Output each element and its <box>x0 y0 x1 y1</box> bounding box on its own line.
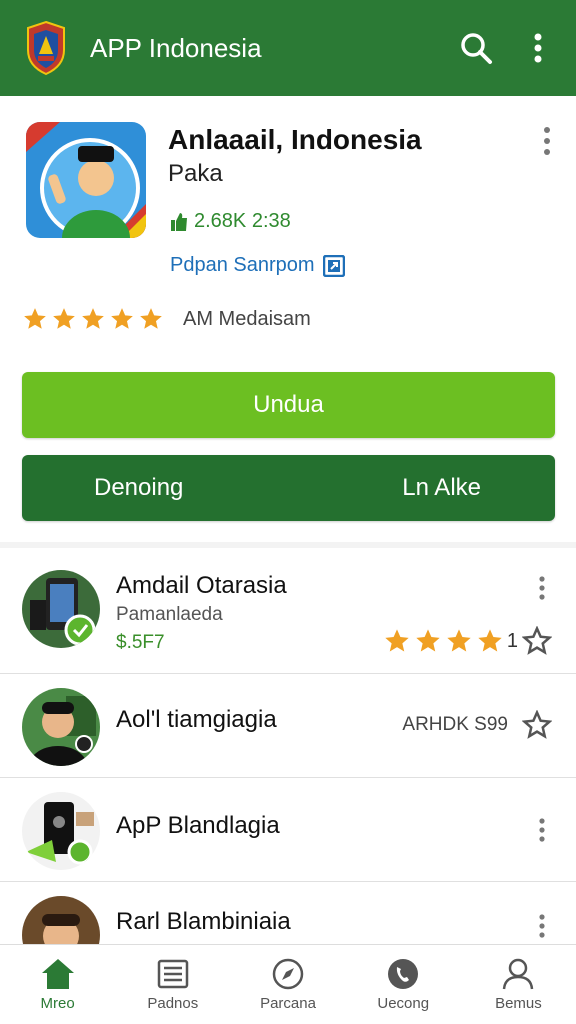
app-name: Anlaaail, Indonesia <box>168 124 422 155</box>
phone-icon <box>388 959 419 989</box>
app-link-text[interactable]: Pdpan Sanrpom <box>170 254 315 277</box>
bottom-navigation: Mreo Padnos Parcana Uecong Bemus <box>0 944 576 1024</box>
secondary-right-button[interactable]: Ln Alke <box>402 474 481 502</box>
thumbs-up-icon <box>171 212 187 231</box>
list-item-avatar <box>22 896 100 944</box>
star-outline-icon[interactable] <box>522 710 552 740</box>
home-icon <box>41 959 74 989</box>
star-icon <box>111 308 133 329</box>
nav-item-calls[interactable]: Uecong <box>346 945 461 1024</box>
more-vert-icon <box>539 914 545 938</box>
app-bar-title: APP Indonesia <box>90 32 262 63</box>
star-icon <box>53 308 75 329</box>
star-icon <box>24 308 46 329</box>
person-icon <box>503 958 534 990</box>
nav-label-calls: Uecong <box>377 995 430 1012</box>
list-item-menu-button[interactable] <box>538 576 546 605</box>
list-item-meta: ARHDK S99 <box>402 710 552 740</box>
list-item[interactable]: Aol'l tiamgiagia ARHDK S99 <box>0 674 576 778</box>
rating-label: AM Medaisam <box>183 307 311 330</box>
nav-label-explore: Parcana <box>260 995 316 1012</box>
list-item-avatar <box>22 570 100 648</box>
list-item-star-count: 1 <box>506 629 518 652</box>
app-developer[interactable]: Paka <box>168 160 223 188</box>
news-icon <box>157 959 189 989</box>
list-item[interactable]: ApP Blandlagia <box>0 778 576 882</box>
star-icon <box>140 308 162 329</box>
nav-item-explore[interactable]: Parcana <box>230 945 345 1024</box>
download-count: 2.68K 2:38 <box>170 210 291 233</box>
list-item-rating: 1 <box>383 626 552 656</box>
list-item-avatar <box>22 688 100 766</box>
download-count-text: 2.68K 2:38 <box>194 210 291 232</box>
nav-label-news: Padnos <box>147 995 199 1012</box>
list-item-menu-button[interactable] <box>538 818 546 847</box>
download-button-label: Undua <box>253 391 324 418</box>
compass-icon <box>272 958 304 990</box>
list-item[interactable]: Rarl Blambiniaia <box>0 882 576 944</box>
rating-stars <box>22 306 167 332</box>
list-item-price: $.5F7 <box>116 632 165 653</box>
top-app-bar: APP Indonesia <box>0 0 576 96</box>
app-icon[interactable] <box>26 122 146 238</box>
search-icon <box>461 33 492 64</box>
star-icon <box>385 629 409 652</box>
app-rating: AM Medaisam <box>22 306 311 332</box>
nav-label-profile: Bemus <box>495 995 542 1012</box>
more-vert-icon <box>534 33 542 63</box>
app-link[interactable]: Pdpan Sanrpom <box>170 254 345 277</box>
nav-label-home: Mreo <box>40 995 75 1012</box>
nav-item-profile[interactable]: Bemus <box>461 945 576 1024</box>
app-logo-icon[interactable] <box>24 20 68 76</box>
list-item[interactable]: Amdail Otarasia Pamanlaeda $.5F7 1 <box>0 548 576 674</box>
list-item-stars <box>383 627 507 655</box>
list-item-avatar <box>22 792 100 870</box>
nav-item-news[interactable]: Padnos <box>115 945 230 1024</box>
list-item-title: ApP Blandlagia <box>116 812 280 839</box>
list-item-title: Aol'l tiamgiagia <box>116 706 277 733</box>
star-icon <box>82 308 104 329</box>
overflow-menu-button[interactable] <box>514 24 562 72</box>
app-detail-card: Anlaaail, Indonesia Paka 2.68K 2:38 Pdpa… <box>0 96 576 542</box>
secondary-action-bar: Denoing Ln Alke <box>22 455 555 521</box>
list-item-title: Rarl Blambiniaia <box>116 908 291 935</box>
search-button[interactable] <box>452 24 500 72</box>
more-vert-icon <box>539 576 545 600</box>
download-button[interactable]: Undua <box>22 372 555 438</box>
more-vert-icon <box>544 127 550 155</box>
star-icon <box>478 629 502 652</box>
star-icon <box>447 629 471 652</box>
app-menu-button[interactable] <box>542 126 552 161</box>
list-item-title: Amdail Otarasia <box>116 572 287 599</box>
list-item-menu-button[interactable] <box>538 914 546 943</box>
list-item-subtitle: Pamanlaeda <box>116 604 223 625</box>
secondary-left-button[interactable]: Denoing <box>94 474 183 502</box>
more-vert-icon <box>539 818 545 842</box>
nav-item-home[interactable]: Mreo <box>0 945 115 1024</box>
star-outline-icon[interactable] <box>522 626 552 656</box>
star-icon <box>416 629 440 652</box>
list-item-right-text: ARHDK S99 <box>402 714 508 735</box>
app-list: Amdail Otarasia Pamanlaeda $.5F7 1 Aol'l… <box>0 548 576 944</box>
external-link-icon <box>322 254 345 277</box>
